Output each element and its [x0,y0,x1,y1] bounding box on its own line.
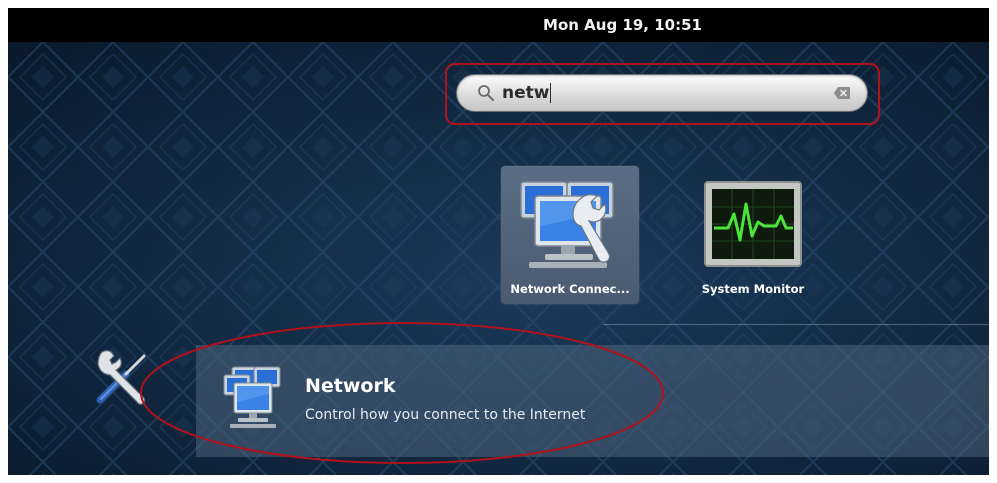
app-label-system-monitor: System Monitor [701,282,805,296]
results-separator [603,324,989,325]
system-monitor-icon [704,181,802,267]
result-title: Network [305,375,396,397]
desktop-screen: Mon Aug 19, 10:51 netw Network Connec...… [8,8,989,475]
network-icon [223,366,281,428]
network-connections-icon [520,181,614,268]
search-highlight-annotation [445,63,880,125]
settings-tools-icon[interactable] [92,348,152,408]
app-tile-system-monitor[interactable]: System Monitor [684,166,822,304]
settings-result-network[interactable]: Network Control how you connect to the I… [196,345,989,457]
app-label-network-connections: Network Connec... [510,282,630,296]
result-description: Control how you connect to the Internet [305,407,586,423]
clock[interactable]: Mon Aug 19, 10:51 [8,8,989,42]
app-tile-network-connections[interactable]: Network Connec... [501,166,639,304]
top-bar: Mon Aug 19, 10:51 [8,8,989,42]
